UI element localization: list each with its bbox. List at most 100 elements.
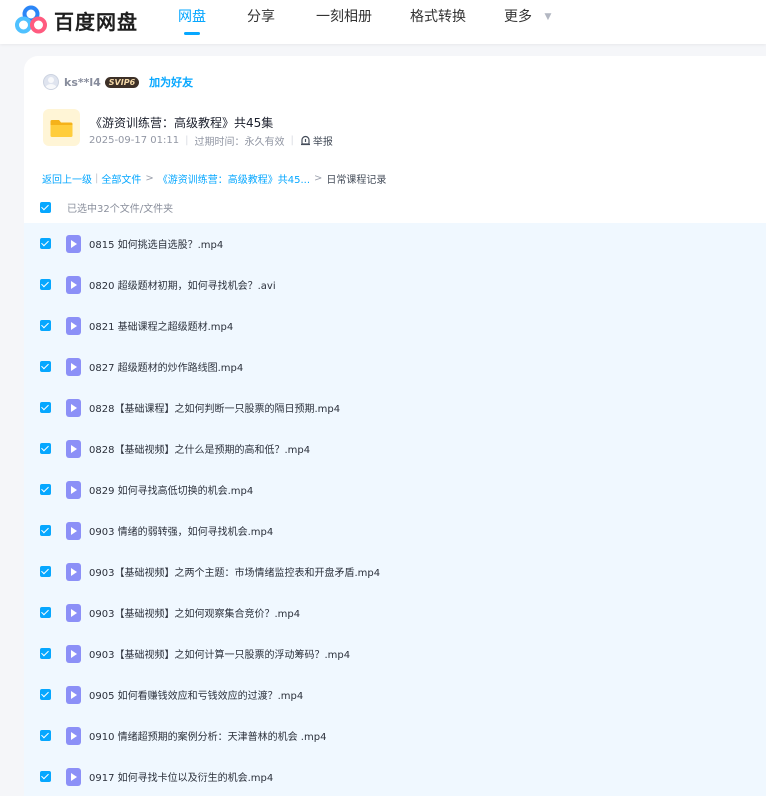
- video-file-icon: [66, 234, 81, 253]
- file-name[interactable]: 0903【基础视频】之如何计算一只股票的浮动筹码？.mp4: [89, 646, 350, 661]
- share-title: 《游资训练营：高级教程》共45集: [90, 116, 274, 130]
- share-expiry: 过期时间：永久有效: [194, 137, 285, 148]
- file-checkbox[interactable]: [40, 443, 51, 454]
- active-tab-indicator: [184, 32, 200, 35]
- file-row[interactable]: 0905 如何看赚钱效应和亏钱效应的过渡？.mp4: [24, 674, 766, 715]
- file-row[interactable]: 0821 基础课程之超级题材.mp4: [24, 305, 766, 346]
- file-name[interactable]: 0903 情绪的弱转强，如何寻找机会.mp4: [89, 523, 273, 538]
- caret-down-icon: ▼: [544, 12, 552, 22]
- file-checkbox[interactable]: [40, 402, 51, 413]
- nav-format-convert[interactable]: 格式转换: [410, 8, 466, 34]
- file-row[interactable]: 0829 如何寻找高低切换的机会.mp4: [24, 469, 766, 510]
- nav-share-label: 分享: [247, 9, 275, 25]
- file-name[interactable]: 0910 情绪超预期的案例分析：天津普林的机会 .mp4: [89, 728, 326, 743]
- nav-netdisk[interactable]: 网盘: [178, 8, 206, 35]
- meta-divider: |: [185, 135, 189, 146]
- top-bar: 百度网盘 网盘 分享 一刻相册 格式转换 更多 ▼: [0, 0, 766, 44]
- video-file-icon: [66, 644, 81, 663]
- chevron-right-icon: >: [145, 173, 154, 184]
- selection-count: 已选中32个文件/文件夹: [67, 204, 174, 215]
- file-row[interactable]: 0820 超级题材初期，如何寻找机会？.avi: [24, 264, 766, 305]
- nav-format-convert-label: 格式转换: [410, 9, 466, 25]
- chevron-right-icon: >: [314, 173, 323, 184]
- select-all-row: 已选中32个文件/文件夹: [40, 200, 173, 215]
- folder-icon: [43, 109, 80, 146]
- share-card: ks**l4 SVIP6 加为好友 《游资训练营：高级教程》共45集 2025-…: [24, 56, 766, 796]
- nav-netdisk-label: 网盘: [178, 9, 206, 25]
- logo-icon: [15, 5, 47, 34]
- video-file-icon: [66, 316, 81, 335]
- video-file-icon: [66, 398, 81, 417]
- report-button[interactable]: 举报: [300, 133, 333, 148]
- report-label: 举报: [312, 137, 333, 148]
- file-row[interactable]: 0903 情绪的弱转强，如何寻找机会.mp4: [24, 510, 766, 551]
- file-list: 0815 如何挑选自选股？.mp4 0820 超级题材初期，如何寻找机会？.avi…: [24, 223, 766, 796]
- file-row[interactable]: 0910 情绪超预期的案例分析：天津普林的机会 .mp4: [24, 715, 766, 756]
- video-file-icon: [66, 603, 81, 622]
- file-name[interactable]: 0903【基础视频】之如何观察集合竞价？.mp4: [89, 605, 300, 620]
- svip-badge: SVIP6: [104, 76, 140, 88]
- file-name[interactable]: 0903【基础视频】之两个主题：市场情绪监控表和开盘矛盾.mp4: [89, 564, 380, 579]
- video-file-icon: [66, 685, 81, 704]
- file-row[interactable]: 0903【基础视频】之如何计算一只股票的浮动筹码？.mp4: [24, 633, 766, 674]
- file-checkbox[interactable]: [40, 484, 51, 495]
- file-checkbox[interactable]: [40, 730, 51, 741]
- file-checkbox[interactable]: [40, 238, 51, 249]
- file-checkbox[interactable]: [40, 361, 51, 372]
- file-checkbox[interactable]: [40, 320, 51, 331]
- video-file-icon: [66, 275, 81, 294]
- report-icon: [300, 135, 310, 146]
- video-file-icon: [66, 562, 81, 581]
- sharer-info: ks**l4 SVIP6 加为好友: [43, 74, 193, 90]
- file-row[interactable]: 0815 如何挑选自选股？.mp4: [24, 223, 766, 264]
- nav-album-label: 一刻相册: [316, 9, 372, 25]
- video-file-icon: [66, 521, 81, 540]
- share-date: 2025-09-17 01:11: [89, 135, 180, 146]
- file-checkbox[interactable]: [40, 566, 51, 577]
- file-row[interactable]: 0827 超级题材的炒作路线图.mp4: [24, 346, 766, 387]
- video-file-icon: [66, 767, 81, 786]
- file-name[interactable]: 0828【基础课程】之如何判断一只股票的隔日预期.mp4: [89, 400, 340, 415]
- breadcrumb-current: 日常课程记录: [326, 175, 387, 186]
- breadcrumb: 返回上一级 | 全部文件 > 《游资训练营：高级教程》共45... > 日常课程…: [42, 171, 386, 186]
- file-name[interactable]: 0828【基础视频】之什么是预期的高和低？.mp4: [89, 441, 310, 456]
- file-name[interactable]: 0829 如何寻找高低切换的机会.mp4: [89, 482, 253, 497]
- meta-divider: |: [290, 135, 294, 146]
- file-name[interactable]: 0917 如何寻找卡位以及衍生的机会.mp4: [89, 769, 273, 784]
- breadcrumb-divider: |: [95, 173, 99, 184]
- file-checkbox[interactable]: [40, 771, 51, 782]
- video-file-icon: [66, 480, 81, 499]
- file-row[interactable]: 0828【基础视频】之什么是预期的高和低？.mp4: [24, 428, 766, 469]
- file-checkbox[interactable]: [40, 525, 51, 536]
- file-row[interactable]: 0828【基础课程】之如何判断一只股票的隔日预期.mp4: [24, 387, 766, 428]
- video-file-icon: [66, 439, 81, 458]
- breadcrumb-folder[interactable]: 《游资训练营：高级教程》共45...: [158, 171, 310, 186]
- file-row[interactable]: 0917 如何寻找卡位以及衍生的机会.mp4: [24, 756, 766, 796]
- nav-album[interactable]: 一刻相册: [316, 8, 372, 34]
- nav-more-label: 更多: [504, 9, 532, 25]
- file-name[interactable]: 0815 如何挑选自选股？.mp4: [89, 236, 223, 251]
- file-checkbox[interactable]: [40, 279, 51, 290]
- video-file-icon: [66, 357, 81, 376]
- nav-more[interactable]: 更多 ▼: [504, 8, 551, 34]
- logo-text: 百度网盘: [54, 9, 138, 34]
- file-row[interactable]: 0903【基础视频】之两个主题：市场情绪监控表和开盘矛盾.mp4: [24, 551, 766, 592]
- add-friend-button[interactable]: 加为好友: [149, 74, 193, 90]
- file-name[interactable]: 0827 超级题材的炒作路线图.mp4: [89, 359, 243, 374]
- select-all-checkbox[interactable]: [40, 202, 51, 213]
- file-checkbox[interactable]: [40, 607, 51, 618]
- file-name[interactable]: 0820 超级题材初期，如何寻找机会？.avi: [89, 277, 276, 292]
- file-name[interactable]: 0821 基础课程之超级题材.mp4: [89, 318, 233, 333]
- breadcrumb-all-files[interactable]: 全部文件: [101, 171, 141, 186]
- file-name[interactable]: 0905 如何看赚钱效应和亏钱效应的过渡？.mp4: [89, 687, 303, 702]
- video-file-icon: [66, 726, 81, 745]
- breadcrumb-back[interactable]: 返回上一级: [42, 171, 92, 186]
- sharer-username[interactable]: ks**l4: [64, 76, 101, 89]
- nav-share[interactable]: 分享: [247, 8, 275, 34]
- share-meta: 2025-09-17 01:11 | 过期时间：永久有效 | 举报: [89, 133, 333, 148]
- avatar[interactable]: [43, 74, 59, 90]
- file-checkbox[interactable]: [40, 648, 51, 659]
- baidu-netdisk-logo[interactable]: 百度网盘: [14, 4, 138, 36]
- file-checkbox[interactable]: [40, 689, 51, 700]
- file-row[interactable]: 0903【基础视频】之如何观察集合竞价？.mp4: [24, 592, 766, 633]
